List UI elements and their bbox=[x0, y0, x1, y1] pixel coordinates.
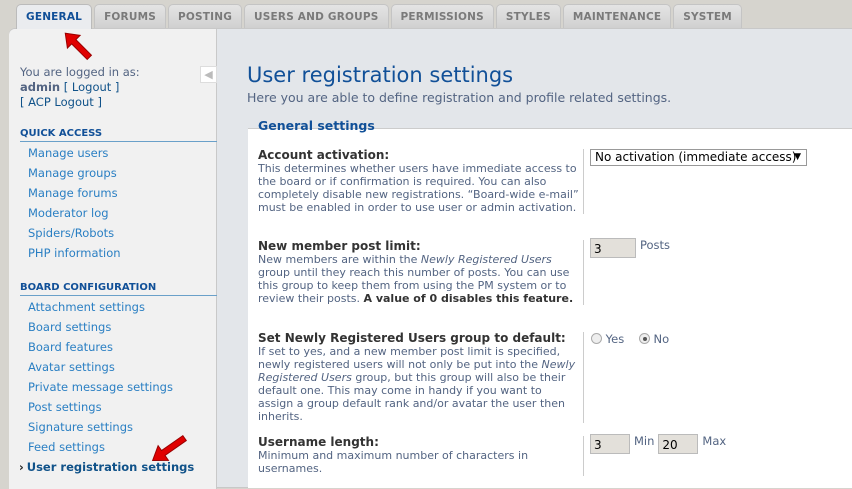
logged-in-label: You are logged in as: bbox=[20, 65, 140, 79]
menu-post-settings[interactable]: Post settings bbox=[28, 397, 194, 417]
tab-system[interactable]: SYSTEM bbox=[673, 4, 742, 28]
max-label: Max bbox=[702, 434, 727, 448]
radio-no-label: No bbox=[653, 332, 670, 346]
post-limit-row: New member post limit: New members are wi… bbox=[258, 238, 852, 305]
tab-styles[interactable]: STYLES bbox=[495, 4, 561, 28]
selected-value: No activation (immediate access) bbox=[595, 150, 797, 164]
triangle-left-icon: ◀ bbox=[204, 68, 213, 81]
nru-default-label: Set Newly Registered Users group to defa… bbox=[258, 331, 566, 345]
menu-php-information[interactable]: PHP information bbox=[28, 243, 121, 263]
tab-posting[interactable]: POSTING bbox=[167, 4, 243, 28]
username: admin bbox=[20, 80, 61, 94]
post-limit-desc: New members are within the bbox=[258, 253, 421, 266]
account-activation-row: Account activation: This determines wheth… bbox=[258, 149, 852, 214]
nru-default-desc: If set to yes, and a new member post lim… bbox=[258, 345, 561, 371]
account-activation-select[interactable]: No activation (immediate access) ▼ bbox=[590, 149, 807, 166]
account-activation-label: Account activation: bbox=[258, 148, 390, 162]
menu-private-message-settings[interactable]: Private message settings bbox=[28, 377, 194, 397]
username-min-input[interactable]: 3 bbox=[590, 434, 630, 454]
tab-users-and-groups[interactable]: USERS AND GROUPS bbox=[244, 4, 389, 28]
username-length-row: Username length: Minimum and maximum numb… bbox=[258, 434, 852, 476]
nru-default-row: Set Newly Registered Users group to defa… bbox=[258, 332, 852, 423]
menu-board-features[interactable]: Board features bbox=[28, 337, 194, 357]
post-limit-desc-em: Newly Registered Users bbox=[420, 253, 552, 266]
menu-manage-forums[interactable]: Manage forums bbox=[28, 183, 121, 203]
post-limit-input[interactable]: 3 bbox=[590, 238, 636, 258]
page-intro: Here you are able to define registration… bbox=[247, 90, 672, 105]
post-limit-label: New member post limit: bbox=[258, 239, 421, 253]
annotation-arrow-tab bbox=[64, 32, 93, 61]
username-length-label: Username length: bbox=[258, 435, 379, 449]
quick-access-heading: QUICK ACCESS bbox=[20, 128, 217, 142]
menu-avatar-settings[interactable]: Avatar settings bbox=[28, 357, 194, 377]
menu-spiders-robots[interactable]: Spiders/Robots bbox=[28, 223, 121, 243]
tab-general[interactable]: GENERAL bbox=[16, 4, 93, 29]
board-configuration-heading: BOARD CONFIGURATION bbox=[20, 282, 217, 296]
post-limit-desc-bold: A value of 0 disables this feature. bbox=[363, 292, 574, 305]
radio-no[interactable] bbox=[638, 333, 650, 344]
tab-forums[interactable]: FORUMS bbox=[94, 4, 166, 28]
tab-bar: GENERAL FORUMS POSTING USERS AND GROUPS … bbox=[16, 4, 742, 29]
login-info: You are logged in as: admin [ Logout ] [… bbox=[20, 65, 140, 110]
fieldset-legend: General settings bbox=[258, 118, 375, 133]
username-length-desc: Minimum and maximum number of characters… bbox=[258, 449, 529, 475]
menu-attachment-settings[interactable]: Attachment settings bbox=[28, 297, 194, 317]
account-activation-desc: This determines whether users have immed… bbox=[258, 162, 579, 214]
radio-yes[interactable] bbox=[591, 333, 602, 344]
tab-maintenance[interactable]: MAINTENANCE bbox=[562, 4, 672, 28]
annotation-arrow-menu bbox=[151, 434, 187, 461]
acp-logout-link[interactable]: [ ACP Logout ] bbox=[20, 95, 102, 109]
radio-yes-label: Yes bbox=[605, 332, 625, 346]
min-label: Min bbox=[634, 434, 655, 448]
posts-unit: Posts bbox=[640, 238, 671, 252]
tab-permissions[interactable]: PERMISSIONS bbox=[390, 4, 494, 28]
username-max-input[interactable]: 20 bbox=[658, 434, 699, 454]
dropdown-arrow-icon: ▼ bbox=[794, 152, 801, 162]
page-title: User registration settings bbox=[247, 63, 514, 87]
menu-moderator-log[interactable]: Moderator log bbox=[28, 203, 121, 223]
collapse-sidebar-button[interactable]: ◀ bbox=[200, 66, 217, 83]
menu-board-settings[interactable]: Board settings bbox=[28, 317, 194, 337]
quick-access-menu: Manage users Manage groups Manage forums… bbox=[28, 143, 121, 263]
menu-manage-groups[interactable]: Manage groups bbox=[28, 163, 121, 183]
logout-link[interactable]: [ Logout ] bbox=[64, 80, 120, 94]
menu-manage-users[interactable]: Manage users bbox=[28, 143, 121, 163]
